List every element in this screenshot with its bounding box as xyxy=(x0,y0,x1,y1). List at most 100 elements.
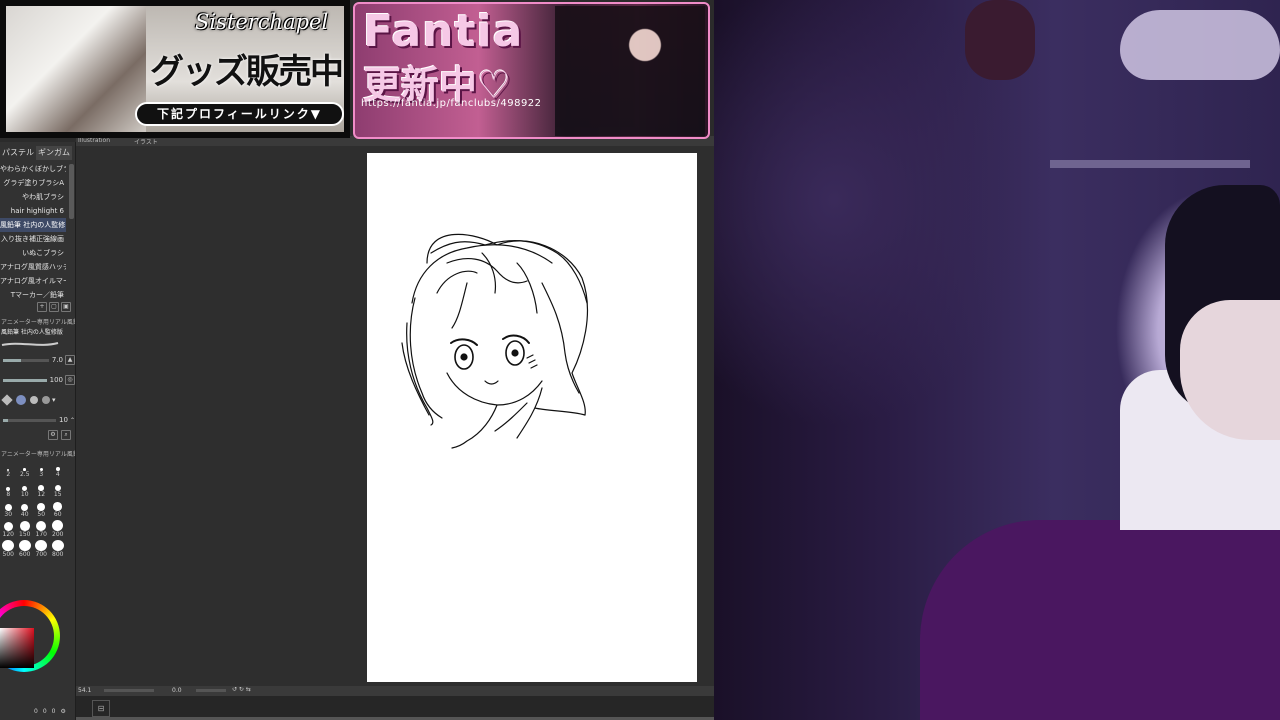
brush-size-dot-icon xyxy=(2,540,15,551)
opacity-icon[interactable]: ◎ xyxy=(65,375,75,385)
brush-item[interactable]: いぬこブラシ xyxy=(0,246,66,260)
brush-size-preset[interactable]: 150 xyxy=(17,520,34,538)
brush-size-label: 150 xyxy=(19,531,31,538)
brush-size-label: 700 xyxy=(35,551,47,558)
brush-item[interactable]: グラデ塗りブラシA xyxy=(0,176,66,190)
add-brush-icon[interactable]: + xyxy=(37,302,47,312)
document-tab[interactable]: イラスト xyxy=(134,137,158,146)
webcam-lamp xyxy=(1120,10,1280,80)
rotation-slider[interactable] xyxy=(196,689,226,692)
brush-size-dot-icon xyxy=(18,540,31,551)
brush-size-preset[interactable]: 2 xyxy=(0,460,17,478)
search-icon[interactable]: ⌕ xyxy=(61,430,71,440)
layer-panel-icon[interactable]: ⊟ xyxy=(92,700,110,717)
brush-size-dot-icon xyxy=(19,521,30,531)
brush-shape-row[interactable]: ▾ xyxy=(0,390,75,410)
brush-size-label: 200 xyxy=(52,531,64,538)
brush-size-icon[interactable]: ▲ xyxy=(65,355,75,365)
brush-size-preset[interactable]: 170 xyxy=(33,520,50,538)
color-value-v: 0 xyxy=(51,708,56,715)
brush-size-label: 4 xyxy=(55,471,60,478)
brush-size-dot-icon xyxy=(53,502,63,511)
brush-size-preset[interactable]: 30 xyxy=(0,500,17,518)
brush-size-preset[interactable]: 700 xyxy=(33,540,50,558)
status-bar: ⊟ xyxy=(76,696,714,720)
fantia-url: https://fantia.jp/fanclubs/498922 xyxy=(361,98,542,109)
brush-shape-icon[interactable] xyxy=(1,394,13,406)
brush-size-preset[interactable]: 2.5 xyxy=(17,460,34,478)
brush-size-dot-icon xyxy=(3,521,13,531)
goods-banner-photo xyxy=(6,6,146,132)
fantia-title: Fantia xyxy=(363,6,524,57)
brush-size-dot-icon xyxy=(36,520,47,531)
brush-size-label: 10 xyxy=(20,491,29,498)
duplicate-brush-icon[interactable]: ▢ xyxy=(49,302,59,312)
brush-size-preset[interactable]: 60 xyxy=(50,500,67,518)
webcam-cushion xyxy=(920,520,1280,720)
brush-shape-icon[interactable] xyxy=(16,395,26,405)
stabilizer-slider[interactable] xyxy=(3,418,57,422)
brush-list: やわらかくぼかしブラシグラデ塗りブラシAやわ肌ブラシhair highlight… xyxy=(0,162,66,302)
brush-size-preset[interactable]: 8 xyxy=(0,480,17,498)
brush-size-label: 2.5 xyxy=(19,471,30,478)
brush-size-grid: 2 2.5 3 4 8 10 12 15 30 40 50 60 120 150 170 200 500 600 7… xyxy=(0,460,66,558)
brush-size-dot-icon xyxy=(21,503,29,511)
brush-list-scrollbar[interactable] xyxy=(69,164,74,219)
brush-item[interactable]: hair highlight 6 xyxy=(0,204,66,218)
color-settings-icon[interactable]: ⚙ xyxy=(60,708,65,715)
brush-item[interactable]: Tマーカー／鉛筆 xyxy=(0,288,66,302)
brush-size-preset[interactable]: 120 xyxy=(0,520,17,538)
webcam-shelf xyxy=(1050,160,1250,168)
brush-shape-icon[interactable] xyxy=(42,396,50,404)
brush-size-preset[interactable]: 15 xyxy=(50,480,67,498)
sketch-drawing xyxy=(401,233,589,449)
brush-item[interactable]: 風鉛筆 社内の人監修 xyxy=(0,218,66,232)
brush-size-preset[interactable]: 12 xyxy=(33,480,50,498)
brush-size-preset[interactable]: 50 xyxy=(33,500,50,518)
brush-size-preset[interactable]: 200 xyxy=(50,520,67,538)
webcam-background-object xyxy=(965,0,1035,80)
color-value-s: 0 xyxy=(42,708,47,715)
brush-size-preset[interactable]: 3 xyxy=(33,460,50,478)
document-tab[interactable]: Illustration xyxy=(78,137,110,144)
brush-size-label: 8 xyxy=(6,491,11,498)
tab-pastel[interactable]: パステル xyxy=(0,146,36,160)
brush-category-tabs: パステル ギンガム xyxy=(0,146,75,160)
brush-size-label: 600 xyxy=(19,551,31,558)
brush-size-label: 3 xyxy=(39,471,44,478)
brush-size-preset[interactable]: 40 xyxy=(17,500,34,518)
brush-size-slider[interactable] xyxy=(3,358,49,362)
stabilizer-row[interactable]: 10 ⌃ xyxy=(0,410,75,430)
opacity-slider[interactable] xyxy=(3,378,47,382)
delete-brush-icon[interactable]: ▣ xyxy=(61,302,71,312)
brush-size-preset[interactable]: 4 xyxy=(50,460,67,478)
zoom-slider[interactable] xyxy=(104,689,154,692)
brush-item[interactable]: やわらかくぼかしブラシ xyxy=(0,162,66,176)
settings-icon[interactable]: ⚙ xyxy=(48,430,58,440)
brush-item[interactable]: アナログ風オイルマーカー xyxy=(0,274,66,288)
opacity-row[interactable]: 100 ◎ xyxy=(0,370,75,390)
brush-size-row[interactable]: 7.0 ▲ xyxy=(0,350,75,370)
brush-size-preset[interactable]: 500 xyxy=(0,540,17,558)
stabilizer-stepper-icon[interactable]: ⌃ xyxy=(70,417,75,424)
color-value-h: 0 xyxy=(34,708,38,715)
tool-property-brush-name: 風鉛筆 社内の人監修版 xyxy=(1,329,63,336)
brush-size-preset[interactable]: 800 xyxy=(50,540,67,558)
zoom-level[interactable]: 54.1 xyxy=(78,687,91,694)
brush-size-preset[interactable]: 10 xyxy=(17,480,34,498)
goods-sale-banner: Sisterchapel グッズ販売中 下記プロフィールリンク▼ xyxy=(0,0,350,138)
chevron-down-icon[interactable]: ▾ xyxy=(52,396,56,404)
brush-shape-icon[interactable] xyxy=(30,396,38,404)
drawing-canvas[interactable] xyxy=(367,153,697,682)
brush-item[interactable]: やわ肌ブラシ xyxy=(0,190,66,204)
brush-size-label: 50 xyxy=(37,511,46,518)
tool-property-title: アニメーター専用リアル風鉛筆 xyxy=(1,319,75,326)
tab-gingham[interactable]: ギンガム xyxy=(36,146,72,160)
rotation-angle[interactable]: 0.0 xyxy=(172,687,182,694)
brush-preview-row xyxy=(0,338,75,350)
brush-item[interactable]: 入り抜き補正強線画 xyxy=(0,232,66,246)
rotate-icon[interactable]: ↺ ↻ ⇆ xyxy=(232,686,251,693)
brush-size-preset[interactable]: 600 xyxy=(17,540,34,558)
color-saturation-square[interactable] xyxy=(0,628,34,668)
brush-item[interactable]: アナログ風質感ハッチ xyxy=(0,260,66,274)
